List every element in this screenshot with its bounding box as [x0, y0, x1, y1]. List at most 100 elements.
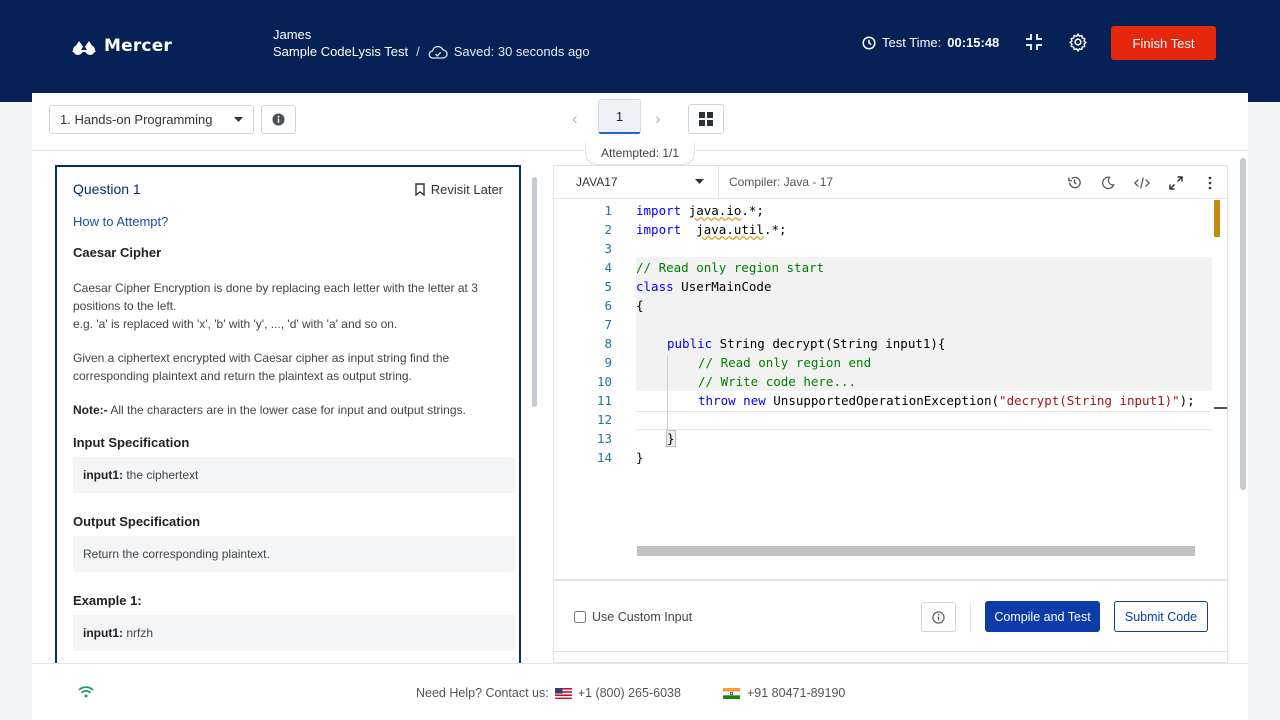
cloud-check-icon [428, 45, 448, 59]
finish-test-button[interactable]: Finish Test [1111, 26, 1216, 60]
custom-input-checkbox[interactable] [574, 611, 586, 623]
prev-question-button[interactable]: ‹ [572, 109, 578, 129]
output-spec-box: Return the corresponding plaintext. [73, 536, 515, 572]
code-line-8: public String decrypt(String input1){ [667, 336, 946, 351]
next-question-button[interactable]: › [655, 109, 661, 129]
timer-value: 00:15:48 [947, 35, 1000, 50]
logo-text: Mercer [104, 36, 173, 56]
line-number: 9 [604, 355, 612, 370]
help-contact-india: +91 80471-89190 [723, 686, 845, 700]
input-spec-title: Input Specification [73, 435, 190, 450]
collapse-icon[interactable] [1024, 32, 1044, 52]
overflow-marker [1214, 407, 1227, 409]
saved-text: Saved: 30 seconds ago [453, 44, 590, 59]
how-to-attempt-link[interactable]: How to Attempt? [73, 214, 503, 229]
language-dropdown[interactable]: JAVA17 [554, 165, 719, 199]
separator: / [416, 44, 420, 59]
caret-down-icon [695, 179, 704, 184]
question-grid-button[interactable] [688, 104, 724, 134]
bookmark-icon [415, 182, 425, 196]
question-para1-line1: Caesar Cipher Encryption is done by repl… [73, 281, 478, 313]
india-flag-icon [723, 687, 740, 699]
expand-icon[interactable] [1167, 174, 1185, 192]
section-dropdown[interactable]: 1. Hands-on Programming [49, 105, 254, 134]
settings-gear-icon[interactable] [1068, 32, 1088, 52]
language-value: JAVA17 [576, 175, 618, 189]
output-spec-title: Output Specification [73, 514, 201, 529]
question-title: Question 1 [73, 181, 141, 197]
line-number: 6 [604, 298, 612, 313]
note-text: All the characters are in the lower case… [107, 403, 466, 417]
phone-india[interactable]: +91 80471-89190 [747, 686, 845, 700]
actions-info-button[interactable] [921, 602, 956, 632]
info-outline-icon [932, 610, 945, 624]
divider [970, 602, 971, 632]
section-dropdown-value: 1. Hands-on Programming [60, 112, 213, 127]
editor-actions-bar: Use Custom Input Compile and Test Submit… [553, 580, 1228, 652]
line-number: 5 [604, 279, 612, 294]
code-area[interactable]: 1 2 3 4 5 6 7 8 9 10 11 12 13 14 import … [554, 200, 1227, 556]
custom-input-label: Use Custom Input [592, 610, 693, 624]
example-input-key: input1: [83, 626, 123, 640]
main-panel: 1. Hands-on Programming ‹ 1 › Attempted:… [32, 93, 1248, 664]
output-panel-edge [553, 652, 1228, 663]
top-header: Mercer James Sample CodeLysis Test / Sav… [0, 0, 1280, 102]
code-line-5: class UserMainCode [636, 279, 772, 294]
code-line-1: import java.io.*; [636, 203, 764, 218]
example-title: Example 1: [73, 593, 142, 608]
help-contact: Need Help? Contact us: +1 (800) 265-6038 [416, 686, 681, 700]
phone-us[interactable]: +1 (800) 265-6038 [578, 686, 681, 700]
test-name: Sample CodeLysis Test [273, 44, 409, 59]
example-input-box: input1: nrfzh [73, 615, 515, 651]
input-spec-key: input1: [83, 468, 123, 482]
info-icon [272, 113, 285, 126]
question-para2: Given a ciphertext encrypted with Caesar… [73, 351, 450, 383]
use-custom-input-checkbox[interactable]: Use Custom Input [574, 610, 692, 624]
read-only-region [636, 257, 1212, 391]
line-number: 8 [604, 336, 612, 351]
code-line-10: // Write code here... [698, 374, 857, 389]
question-panel: Question 1 Revisit Later How to Attempt?… [55, 165, 521, 664]
compile-and-test-button[interactable]: Compile and Test [985, 601, 1100, 632]
code-line-13: } [666, 430, 676, 447]
editor-scrollbar[interactable] [1240, 158, 1246, 490]
line-number: 11 [596, 393, 612, 408]
compiler-label: Compiler: Java - 17 [729, 175, 834, 189]
section-info-button[interactable] [261, 105, 296, 134]
dark-mode-icon[interactable] [1099, 174, 1117, 192]
code-view-icon[interactable] [1133, 174, 1151, 192]
saved-status: Saved: 30 seconds ago [428, 43, 590, 60]
history-icon[interactable] [1065, 174, 1083, 192]
attempted-count: Attempted: 1/1 [585, 143, 696, 165]
line-number: 10 [596, 374, 612, 389]
test-info: James Sample CodeLysis Test / Saved: 30 … [273, 26, 590, 60]
help-text: Need Help? Contact us: [416, 686, 549, 700]
code-line-9: // Read only region end [698, 355, 872, 370]
clock-icon [862, 35, 876, 50]
line-number: 3 [604, 241, 612, 256]
indent-guide [667, 355, 668, 431]
user-name: James [273, 27, 312, 42]
logo: Mercer [70, 36, 172, 56]
test-timer: Test Time: 00:15:48 [862, 35, 999, 50]
more-options-icon[interactable] [1201, 174, 1219, 192]
code-line-6: { [636, 298, 644, 313]
revisit-later-label: Revisit Later [430, 181, 503, 197]
input-spec-value: the ciphertext [123, 468, 199, 482]
editor-horizontal-scrollbar[interactable] [637, 546, 1195, 556]
wifi-icon [78, 686, 94, 698]
note-label: Note:- [73, 403, 108, 417]
code-line-14: } [636, 450, 644, 465]
question-scrollbar[interactable] [532, 177, 537, 407]
line-number: 12 [596, 412, 612, 427]
current-line-highlight [636, 411, 1212, 430]
submit-code-button[interactable]: Submit Code [1114, 601, 1208, 632]
question-number-1[interactable]: 1 [598, 99, 641, 134]
code-editor-panel: JAVA17 Compiler: Java - 17 1 2 3 4 5 6 7… [553, 165, 1228, 580]
question-name: Caesar Cipher [73, 245, 162, 260]
mercer-logo-icon [72, 41, 96, 55]
revisit-later-button[interactable]: Revisit Later [415, 182, 503, 197]
line-number: 2 [604, 222, 612, 237]
example-input-value: nrfzh [123, 626, 154, 640]
question-body: Caesar Cipher Encryption is done by repl… [73, 279, 515, 651]
